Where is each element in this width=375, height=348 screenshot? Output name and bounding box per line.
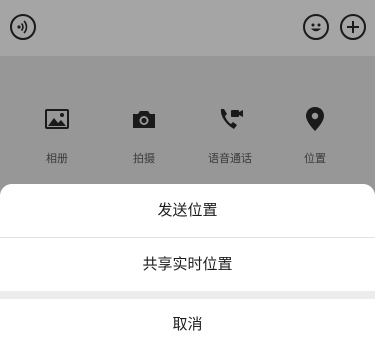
tool-item-camera[interactable]: 拍摄 <box>104 104 184 174</box>
video-call-icon <box>220 109 243 129</box>
photo-icon <box>45 109 69 129</box>
section-gap <box>0 291 375 299</box>
voice-icon[interactable] <box>10 14 36 40</box>
share-live-location-button[interactable]: 共享实时位置 <box>0 238 375 291</box>
send-location-button[interactable]: 发送位置 <box>0 184 375 237</box>
tool-item-album[interactable]: 相册 <box>17 104 97 174</box>
tool-label: 拍摄 <box>133 152 155 165</box>
tool-label: 相册 <box>46 152 68 165</box>
tool-label: 语音通话 <box>208 152 252 165</box>
tool-item-voice-call[interactable]: 语音通话 <box>190 104 270 174</box>
emoji-icon[interactable] <box>303 14 329 40</box>
location-icon <box>306 107 324 131</box>
tool-grid: 相册 拍摄 语音通话 位置 <box>0 104 375 174</box>
tool-item-location[interactable]: 位置 <box>275 104 355 174</box>
tool-label: 位置 <box>304 152 326 165</box>
chat-input-bar <box>0 0 375 56</box>
location-action-sheet: 发送位置 共享实时位置 取消 <box>0 184 375 348</box>
plus-icon[interactable] <box>340 14 366 40</box>
cancel-button[interactable]: 取消 <box>0 299 375 348</box>
camera-icon <box>133 111 155 128</box>
